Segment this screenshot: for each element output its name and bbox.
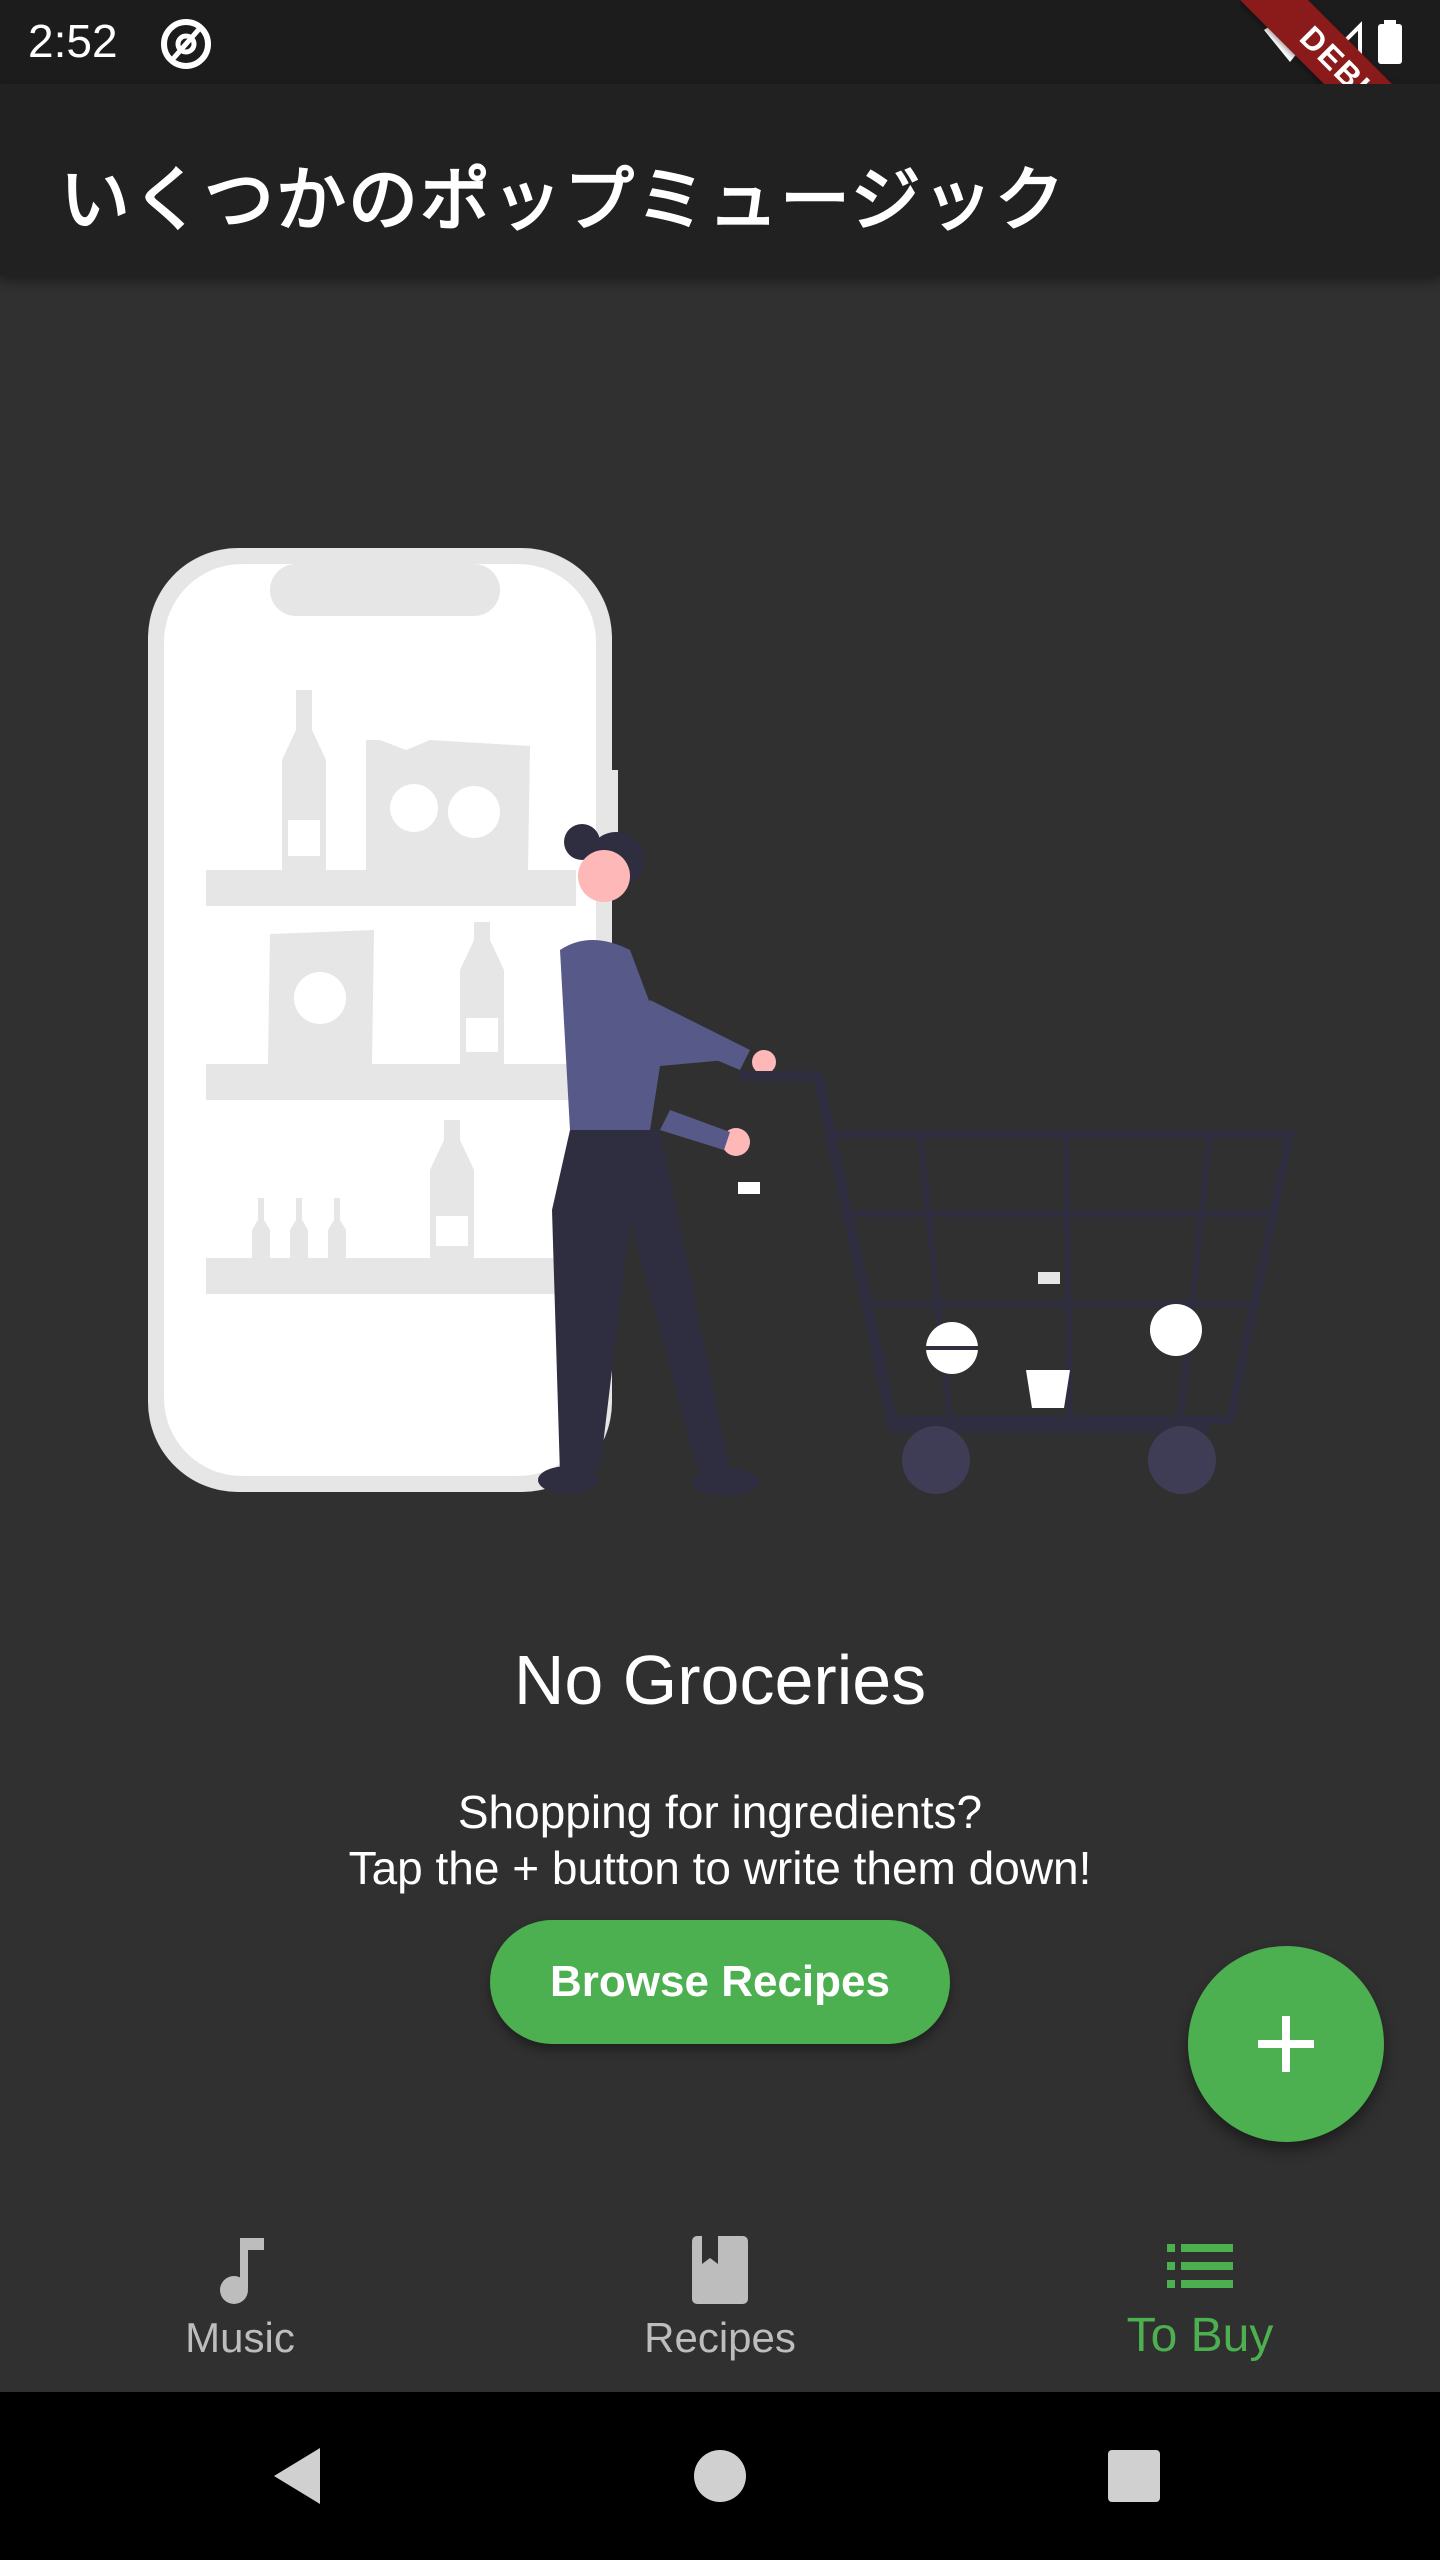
shopping-cart-woman-illustration: [148, 548, 1295, 1496]
empty-state-title: No Groceries: [513, 1641, 927, 1719]
browse-recipes-button[interactable]: Browse Recipes: [490, 1920, 950, 2044]
app-bar: いくつかのポップミュージック: [0, 84, 1440, 276]
status-time: 2:52: [28, 15, 118, 67]
nav-label-to-buy: To Buy: [1126, 2309, 1274, 2362]
plus-icon: [1258, 2016, 1314, 2072]
nav-item-recipes[interactable]: Recipes: [480, 2186, 960, 2392]
nav-label-music: Music: [185, 2314, 295, 2361]
add-item-fab[interactable]: [1188, 1946, 1384, 2142]
bottom-navigation: Music Recipes To Buy: [0, 2186, 1440, 2392]
empty-state-message-line-2: Tap the + button to write them down!: [348, 1842, 1092, 1894]
home-icon[interactable]: [694, 2450, 746, 2502]
battery-icon: [1378, 24, 1402, 64]
status-icons: [1264, 20, 1402, 64]
at-sign-icon: [161, 19, 211, 69]
recents-icon[interactable]: [1108, 2450, 1160, 2502]
nav-item-music[interactable]: Music: [0, 2186, 480, 2392]
nav-label-recipes: Recipes: [644, 2314, 796, 2361]
system-navigation-bar: [0, 2392, 1440, 2560]
page-title: いくつかのポップミュージック: [60, 159, 1067, 241]
status-bar: 2:52: [0, 0, 1440, 84]
music-note-icon: [220, 2238, 264, 2304]
wifi-icon: [1264, 21, 1316, 62]
back-icon[interactable]: [270, 2446, 330, 2506]
book-icon: [692, 2236, 748, 2304]
list-icon: [1167, 2244, 1233, 2288]
empty-state-message: Shopping for ingredients? Tap the + butt…: [0, 1784, 1440, 1896]
empty-state-message-line-1: Shopping for ingredients?: [457, 1786, 983, 1838]
cell-signal-icon: [1319, 21, 1362, 64]
nav-item-to-buy[interactable]: To Buy: [960, 2186, 1440, 2392]
